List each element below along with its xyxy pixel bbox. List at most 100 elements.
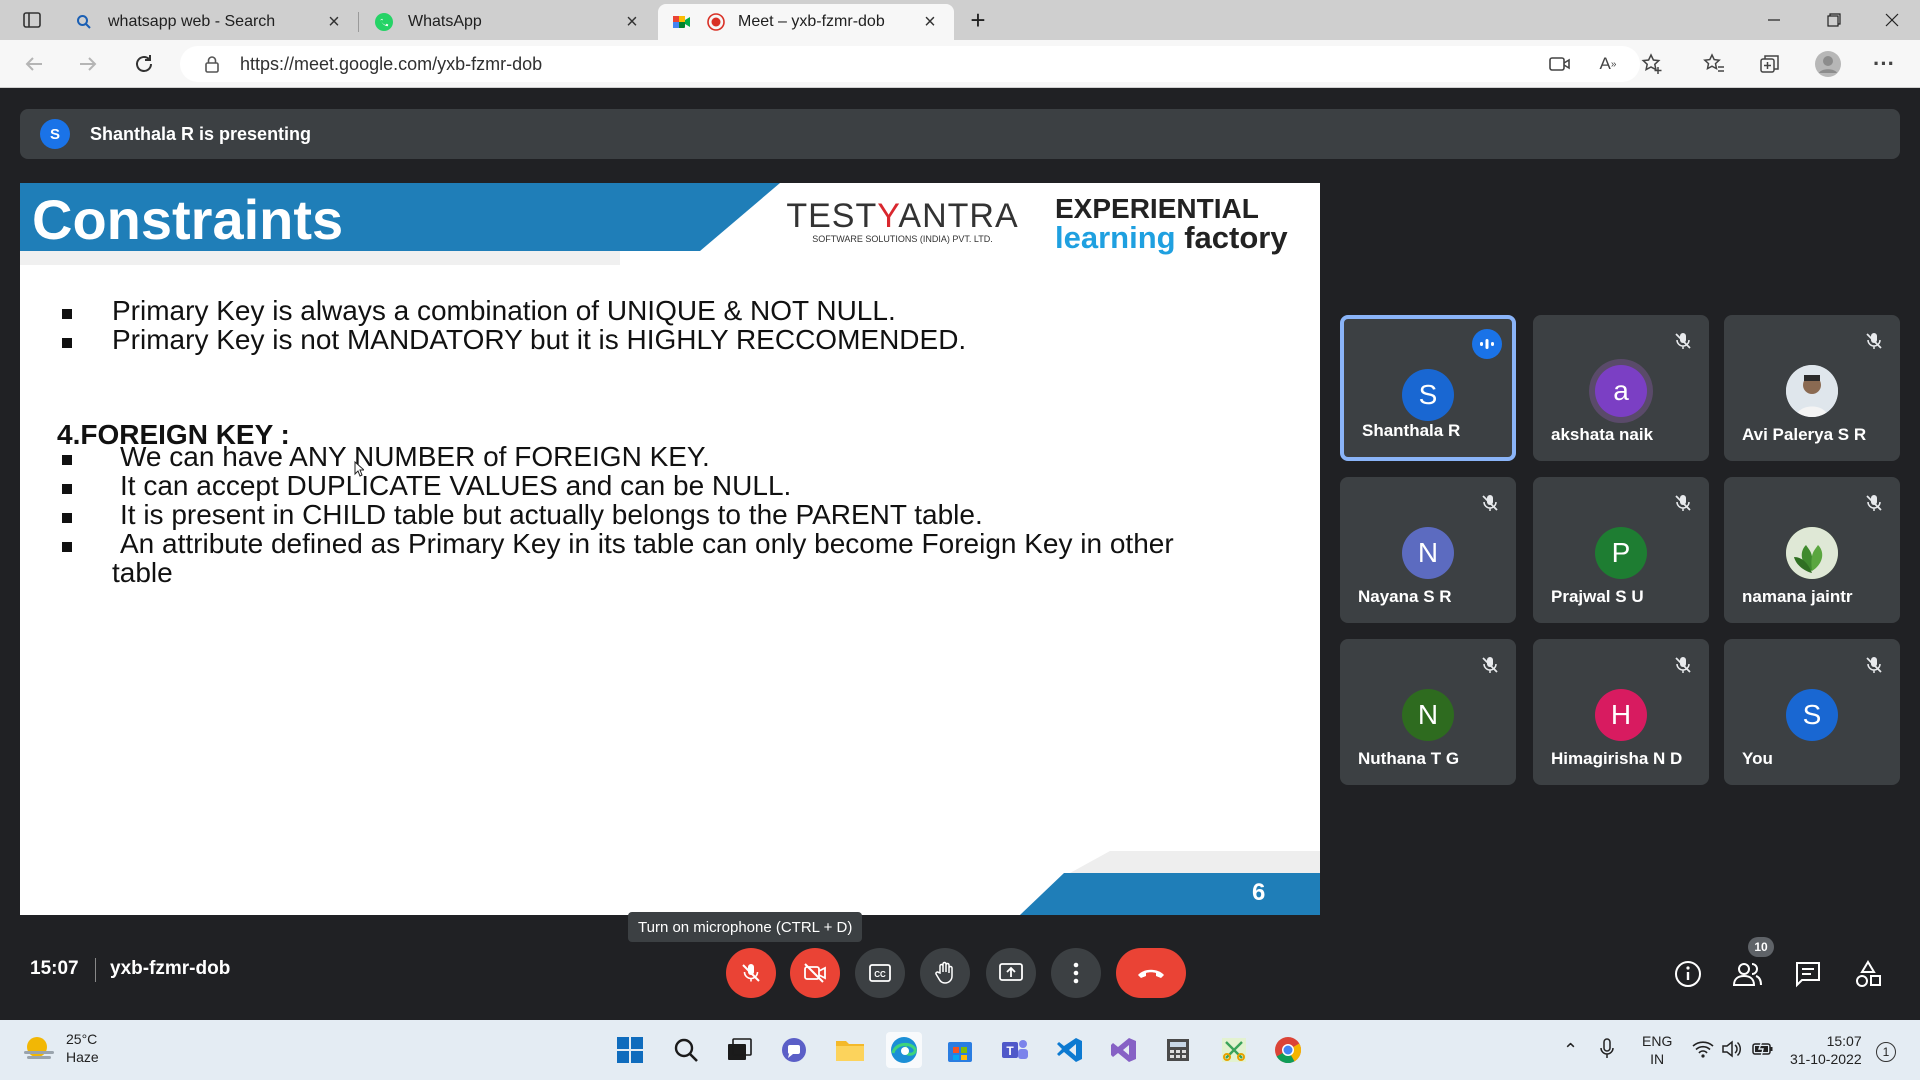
minimize-icon[interactable] — [1746, 0, 1802, 40]
back-icon[interactable] — [18, 48, 50, 80]
participant-name: Nayana S R — [1358, 587, 1452, 606]
present-screen-button[interactable] — [986, 948, 1036, 998]
search-icon — [74, 12, 94, 32]
experiential-logo: EXPERIENTIAL learning factory — [1055, 195, 1288, 255]
tab-whatsapp-search[interactable]: whatsapp web - Search × — [60, 4, 358, 40]
participant-tile[interactable]: namana jaintr — [1724, 477, 1900, 623]
participant-tile[interactable]: N Nayana S R — [1340, 477, 1516, 623]
refresh-icon[interactable] — [128, 48, 160, 80]
battery-icon[interactable] — [1752, 1040, 1774, 1061]
logo-text: TEST — [786, 197, 878, 235]
participant-tile[interactable]: P Prajwal S U — [1533, 477, 1709, 623]
slide-bullet-text: It is present in CHILD table but actuall… — [120, 499, 983, 530]
camera-permission-icon[interactable] — [1546, 50, 1574, 78]
more-options-icon[interactable]: ··· — [1870, 50, 1898, 78]
favorites-icon[interactable] — [1700, 50, 1728, 78]
wifi-icon[interactable] — [1692, 1040, 1714, 1061]
participant-tile[interactable]: S Shanthala R — [1340, 315, 1516, 461]
info-icon — [1675, 961, 1701, 987]
participant-tile[interactable]: Avi Palerya S R — [1724, 315, 1900, 461]
visual-studio-icon[interactable] — [1106, 1032, 1142, 1068]
testyantra-logo: TESTYANTRA SOFTWARE SOLUTIONS (INDIA) PV… — [775, 197, 1030, 244]
participant-avatar: N — [1402, 527, 1454, 579]
tab-meet[interactable]: Meet – yxb-fzmr-dob × — [658, 4, 954, 40]
participant-tile[interactable]: N Nuthana T G — [1340, 639, 1516, 785]
presenting-banner: S Shanthala R is presenting — [20, 109, 1900, 159]
tab-actions-icon[interactable] — [4, 0, 60, 40]
logo-text: Y — [877, 197, 899, 235]
store-icon[interactable] — [942, 1032, 978, 1068]
meeting-details-button[interactable] — [1668, 954, 1708, 994]
system-date: 31-10-2022 — [1790, 1051, 1862, 1067]
hang-up-icon — [1138, 969, 1164, 978]
search-icon[interactable] — [668, 1032, 704, 1068]
participant-tile-self[interactable]: S You — [1724, 639, 1900, 785]
read-aloud-icon[interactable]: A» — [1594, 50, 1622, 78]
microphone-tray-icon[interactable] — [1600, 1038, 1614, 1063]
weather-widget[interactable]: 25°C Haze — [22, 1030, 99, 1066]
participant-tile[interactable]: a akshata naik — [1533, 315, 1709, 461]
snipping-tool-icon[interactable] — [1216, 1032, 1252, 1068]
slide-page-number: 6 — [1252, 879, 1266, 906]
teams-icon[interactable]: T — [996, 1032, 1032, 1068]
task-view-icon[interactable] — [722, 1032, 758, 1068]
shared-slide: Constraints TESTYANTRA SOFTWARE SOLUTION… — [20, 183, 1320, 915]
muted-mic-icon — [1862, 491, 1886, 515]
participant-name: Prajwal S U — [1551, 587, 1644, 606]
add-favorite-icon[interactable] — [1638, 50, 1666, 78]
input-language[interactable]: ENG IN — [1642, 1032, 1672, 1068]
participant-name: akshata naik — [1551, 425, 1654, 444]
forward-icon[interactable] — [72, 48, 104, 80]
weather-condition: Haze — [66, 1049, 99, 1065]
participant-tile[interactable]: H Himagirisha N D — [1533, 639, 1709, 785]
raise-hand-button[interactable] — [920, 948, 970, 998]
url-field[interactable]: https://meet.google.com/yxb-fzmr-dob — [180, 46, 1640, 82]
teams-chat-icon[interactable] — [776, 1032, 812, 1068]
new-tab-icon[interactable]: + — [960, 0, 996, 40]
lock-icon[interactable] — [202, 54, 222, 74]
file-explorer-icon[interactable] — [832, 1032, 868, 1068]
participant-name: You — [1742, 749, 1773, 768]
chat-icon — [1796, 962, 1820, 988]
notification-count-badge[interactable]: 1 — [1876, 1042, 1896, 1062]
camera-toggle-button[interactable] — [790, 948, 840, 998]
participant-avatar: a — [1595, 365, 1647, 417]
address-bar-row: https://meet.google.com/yxb-fzmr-dob A» … — [0, 40, 1920, 88]
muted-mic-icon — [1862, 329, 1886, 353]
close-tab-icon[interactable]: × — [324, 11, 344, 34]
microphone-tooltip: Turn on microphone (CTRL + D) — [628, 912, 863, 942]
chrome-icon[interactable] — [1270, 1032, 1306, 1068]
more-options-button[interactable] — [1051, 948, 1101, 998]
slide-bullet-text: Primary Key is not MANDATORY but it is H… — [112, 324, 967, 355]
logo-text: learning — [1055, 220, 1176, 255]
calculator-app-icon[interactable] — [1160, 1032, 1196, 1068]
volume-icon[interactable] — [1722, 1040, 1742, 1061]
close-tab-icon[interactable]: × — [622, 11, 642, 34]
close-tab-icon[interactable]: × — [920, 11, 940, 34]
bullet-icon — [62, 309, 72, 319]
chat-button[interactable] — [1788, 954, 1828, 994]
system-clock[interactable]: 15:07 31-10-2022 — [1790, 1032, 1862, 1068]
collections-icon[interactable] — [1756, 50, 1784, 78]
people-button[interactable] — [1728, 954, 1768, 994]
tab-whatsapp[interactable]: WhatsApp × — [360, 4, 656, 40]
edge-icon[interactable] — [886, 1032, 922, 1068]
microphone-toggle-button[interactable] — [726, 948, 776, 998]
leave-call-button[interactable] — [1116, 948, 1186, 998]
captions-button[interactable]: CC — [855, 948, 905, 998]
close-window-icon[interactable] — [1864, 0, 1920, 40]
restore-icon[interactable] — [1806, 0, 1862, 40]
participant-name: namana jaintr — [1742, 587, 1853, 606]
muted-mic-icon — [1671, 329, 1695, 353]
participant-name: Himagirisha N D — [1551, 749, 1683, 768]
vscode-icon[interactable] — [1052, 1032, 1088, 1068]
slide-bullet-text: Primary Key is always a combination of U… — [112, 295, 896, 326]
profile-avatar-icon[interactable] — [1814, 50, 1842, 78]
start-icon[interactable] — [612, 1032, 648, 1068]
speaking-indicator-icon — [1472, 329, 1502, 359]
activities-button[interactable] — [1848, 954, 1888, 994]
slide-bullet-text: An attribute defined as Primary Key in i… — [120, 528, 1174, 559]
show-hidden-icons[interactable]: ⌃ — [1563, 1040, 1578, 1061]
system-time: 15:07 — [1826, 1033, 1862, 1049]
logo-text: factory — [1175, 220, 1288, 255]
